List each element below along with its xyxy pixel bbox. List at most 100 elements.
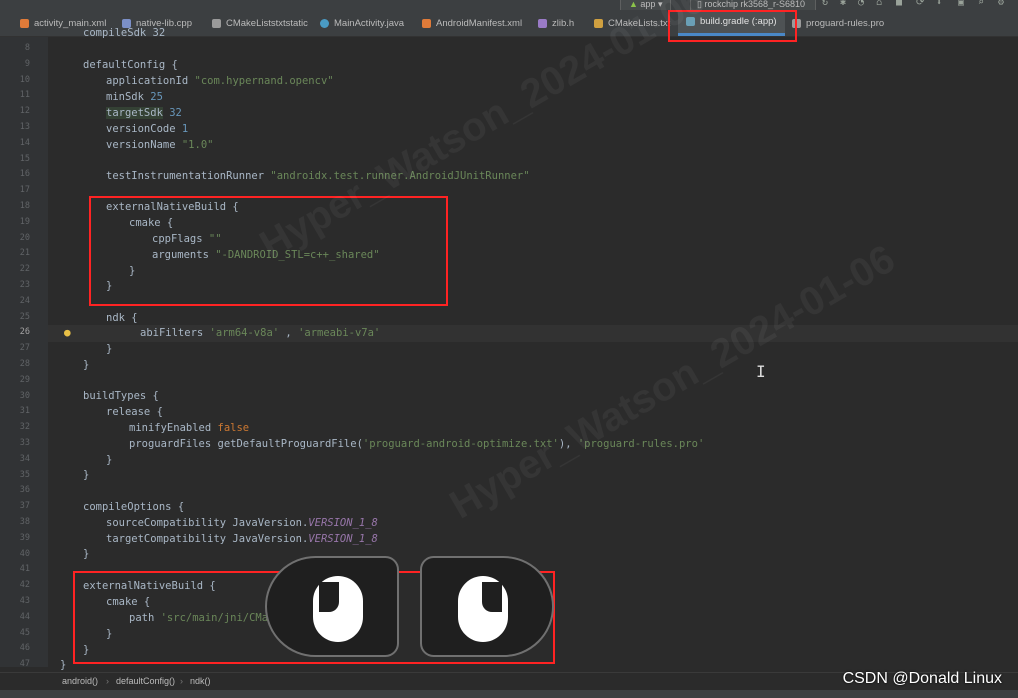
stop-icon[interactable]: ■ [896, 0, 906, 8]
code-line: buildTypes { [83, 390, 159, 402]
code-line: release { [106, 406, 163, 418]
line-number: 34 [19, 453, 30, 464]
code-line: defaultConfig { [83, 59, 178, 71]
code-line: } [83, 359, 90, 371]
line-number: 41 [19, 564, 30, 575]
sync-icon[interactable]: ⟳ [916, 0, 926, 8]
line-number: 19 [19, 216, 30, 227]
java-class-icon [320, 18, 329, 28]
code-line: } [60, 659, 67, 671]
tab-mainactivity-java[interactable]: MainActivity.java [320, 10, 404, 36]
line-number: 21 [19, 248, 30, 259]
profile-icon[interactable]: ◔ [858, 0, 868, 8]
line-number: 14 [19, 137, 30, 148]
line-number: 17 [19, 185, 30, 196]
breadcrumb-item[interactable]: android() [62, 676, 98, 686]
line-number: 16 [19, 169, 30, 180]
pupil-icon [319, 582, 339, 612]
refresh-icon[interactable]: ↻ [822, 0, 832, 8]
webcam-overlay-right [420, 556, 554, 657]
line-number: 32 [19, 422, 30, 433]
xml-file-icon [20, 18, 29, 28]
line-number: 37 [19, 501, 30, 512]
text-file-icon [212, 18, 221, 28]
search-icon[interactable]: ⌕ [978, 0, 988, 8]
line-number: 10 [19, 74, 30, 85]
xml-file-icon [422, 18, 431, 28]
line-number: 46 [19, 643, 30, 654]
line-number: 31 [19, 406, 30, 417]
line-number: 18 [19, 201, 30, 211]
attach-icon[interactable]: ⌂ [876, 0, 886, 8]
debug-icon[interactable]: ✱ [840, 0, 850, 8]
settings-icon[interactable]: ⚙ [998, 0, 1008, 8]
tab-label: CMakeListstxtstatic [226, 17, 308, 29]
status-bar [0, 690, 1018, 698]
tab-zlib-h[interactable]: zlib.h [538, 10, 574, 36]
pupil-icon [482, 582, 502, 612]
line-number: 15 [19, 153, 30, 164]
code-line: abiFilters 'arm64-v8a' , 'armeabi-v7a' [140, 327, 381, 339]
code-line: versionName "1.0" [106, 139, 214, 151]
eye-icon [313, 576, 363, 642]
tab-label: zlib.h [552, 17, 575, 29]
line-number: 35 [19, 469, 30, 480]
line-number: 9 [24, 58, 30, 69]
code-line: compileOptions { [83, 501, 185, 513]
line-number: 23 [19, 280, 30, 290]
device-label: rockchip rk3568_r-S6810 [704, 0, 806, 9]
line-number: 36 [19, 485, 30, 496]
line-number: 13 [19, 122, 30, 132]
line-number: 29 [19, 374, 30, 385]
line-number: 44 [19, 611, 30, 622]
line-number: 22 [19, 264, 30, 275]
code-line: } [106, 343, 113, 355]
line-number: 8 [24, 43, 30, 53]
line-number: 45 [19, 627, 30, 638]
code-line: versionCode 1 [106, 123, 189, 135]
webcam-overlay-left [265, 556, 399, 657]
line-number: 33 [19, 438, 30, 448]
eye-icon [458, 576, 508, 642]
breadcrumb-item[interactable]: defaultConfig() [116, 676, 175, 686]
code-line: applicationId "com.hypernand.opencv" [106, 75, 334, 87]
line-number: 25 [19, 311, 30, 322]
code-line: testInstrumentationRunner "androidx.test… [106, 170, 530, 182]
code-line: targetCompatibility JavaVersion.VERSION_… [106, 533, 378, 545]
sdk-manager-icon[interactable]: ⬇ [936, 0, 946, 8]
tab-label: AndroidManifest.xml [436, 17, 523, 29]
line-number: 43 [19, 596, 30, 606]
line-number: 40 [19, 548, 30, 559]
line-number: 38 [19, 517, 30, 527]
line-number: 28 [19, 359, 30, 369]
code-line: compileSdk 32 [83, 27, 166, 39]
code-line: } [83, 469, 90, 481]
csdn-credit: CSDN @Donald Linux [842, 670, 1002, 687]
code-line: } [106, 454, 113, 466]
tab-proguard-rules-pro[interactable]: proguard-rules.pro [792, 10, 884, 36]
line-number: 42 [19, 580, 30, 591]
line-number: 20 [19, 232, 30, 243]
line-number: 24 [19, 295, 30, 306]
cmake-file-icon [594, 18, 603, 28]
tab-label: MainActivity.java [334, 17, 405, 29]
main-toolbar: ▲ app ▾ ▯ rockchip rk3568_r-S6810 ↻ ✱ ◔ … [0, 0, 1018, 12]
line-number: 47 [19, 659, 30, 670]
code-line: ndk { [106, 312, 138, 324]
breadcrumb-item[interactable]: ndk() [190, 676, 211, 686]
tab-label: proguard-rules.pro [806, 17, 885, 29]
code-line: minSdk 25 [106, 91, 163, 103]
header-file-icon [538, 18, 547, 28]
line-number: 27 [19, 343, 30, 354]
code-line: } [83, 548, 90, 560]
device-manager-icon[interactable]: ▣ [958, 0, 968, 8]
lightbulb-icon[interactable]: ● [64, 326, 71, 339]
line-number-gutter: 8 9 10 11 12 13 14 15 16 17 18 19 20 21 22 23 24 25 26 27 28… [0, 37, 48, 670]
code-line: sourceCompatibility JavaVersion.VERSION_… [106, 517, 378, 529]
tab-cmakeliststxtstatic[interactable]: CMakeListstxtstatic [212, 10, 308, 36]
tab-androidmanifest-xml[interactable]: AndroidManifest.xml [422, 10, 522, 36]
line-number: 12 [19, 106, 30, 117]
line-number: 30 [19, 390, 30, 401]
code-line: minifyEnabled false [129, 422, 250, 434]
code-line: targetSdk 32 [106, 107, 182, 119]
